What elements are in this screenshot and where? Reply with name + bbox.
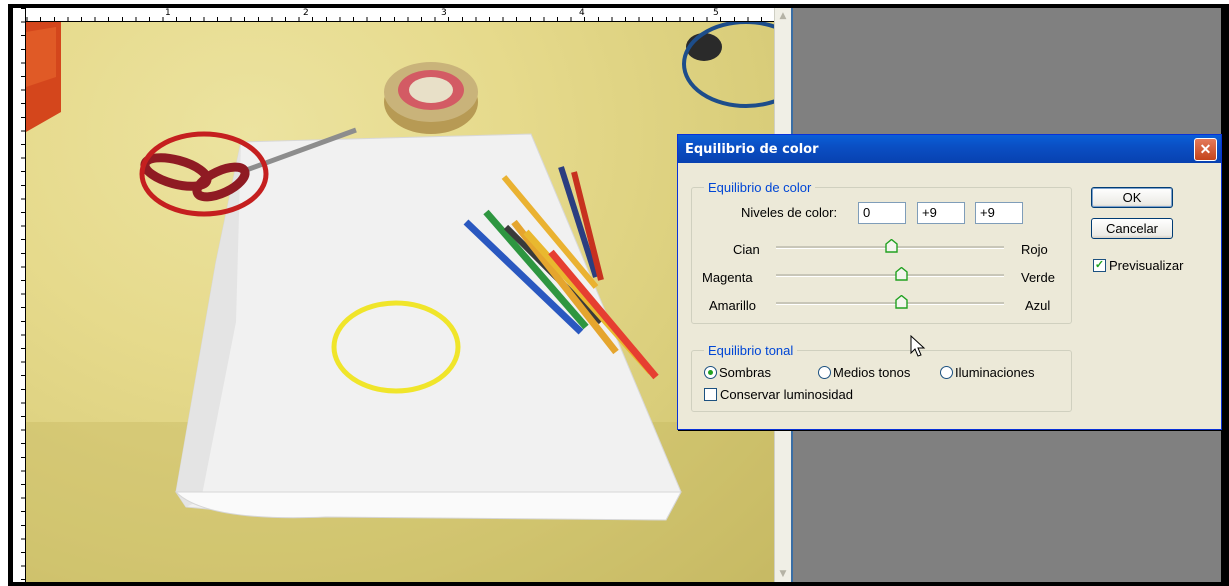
horizontal-ruler: 0 1 2 3 4 5 (13, 8, 790, 22)
tone-balance-legend: Equilibrio tonal (704, 343, 798, 358)
yellow-blue-slider-thumb[interactable] (895, 295, 908, 309)
level-input-cyan-red[interactable]: 0 (858, 202, 906, 224)
level-input-magenta-green[interactable]: +9 (917, 202, 965, 224)
color-balance-dialog: Equilibrio de color ✕ Equilibrio de colo… (677, 134, 1222, 430)
midtones-label[interactable]: Medios tonos (833, 365, 910, 380)
slider-right-label: Rojo (1021, 242, 1048, 257)
ok-button[interactable]: OK (1091, 187, 1173, 208)
yellow-blue-slider-track[interactable] (776, 302, 1004, 305)
preserve-luminosity-label[interactable]: Conservar luminosidad (720, 387, 853, 402)
slider-left-label: Cian (733, 242, 760, 257)
magenta-green-slider-track[interactable] (776, 274, 1004, 277)
slider-left-label: Amarillo (709, 298, 756, 313)
mouse-cursor-icon (910, 335, 926, 357)
ruler-number: 5 (713, 8, 719, 18)
ruler-number: 4 (579, 8, 585, 18)
preview-label[interactable]: Previsualizar (1109, 258, 1183, 273)
scroll-down-icon[interactable]: ▼ (777, 568, 789, 580)
photo-content (26, 20, 810, 582)
slider-right-label: Verde (1021, 270, 1055, 285)
cyan-red-slider-thumb[interactable] (885, 239, 898, 253)
scroll-up-icon[interactable]: ▲ (777, 10, 789, 22)
photo-image (26, 20, 810, 582)
slider-left-label: Magenta (702, 270, 753, 285)
color-balance-legend: Equilibrio de color (704, 180, 816, 195)
preserve-luminosity-checkbox[interactable] (704, 388, 717, 401)
dialog-titlebar[interactable]: Equilibrio de color ✕ (678, 135, 1221, 163)
ruler-number: 3 (441, 8, 447, 18)
highlights-radio[interactable] (940, 366, 953, 379)
color-levels-label: Niveles de color: (741, 205, 838, 220)
vertical-ruler (13, 8, 26, 582)
ruler-number: 2 (303, 8, 309, 18)
preview-checkbox[interactable]: ✓ (1093, 259, 1106, 272)
midtones-radio[interactable] (818, 366, 831, 379)
slider-right-label: Azul (1025, 298, 1051, 313)
dialog-title: Equilibrio de color (685, 141, 819, 157)
level-input-yellow-blue[interactable]: +9 (975, 202, 1023, 224)
color-balance-group: Equilibrio de color Niveles de color: 0 … (691, 180, 1072, 324)
ruler-number: 1 (165, 8, 171, 18)
tone-balance-group: Equilibrio tonal Sombras Medios tonos Il… (691, 343, 1072, 412)
shadows-label[interactable]: Sombras (719, 365, 771, 380)
shadows-radio[interactable] (704, 366, 717, 379)
paper-sheet (175, 133, 682, 521)
close-icon[interactable]: ✕ (1194, 137, 1217, 161)
highlights-label[interactable]: Iluminaciones (955, 365, 1035, 380)
magenta-green-slider-thumb[interactable] (895, 267, 908, 281)
cancel-button[interactable]: Cancelar (1091, 218, 1173, 239)
